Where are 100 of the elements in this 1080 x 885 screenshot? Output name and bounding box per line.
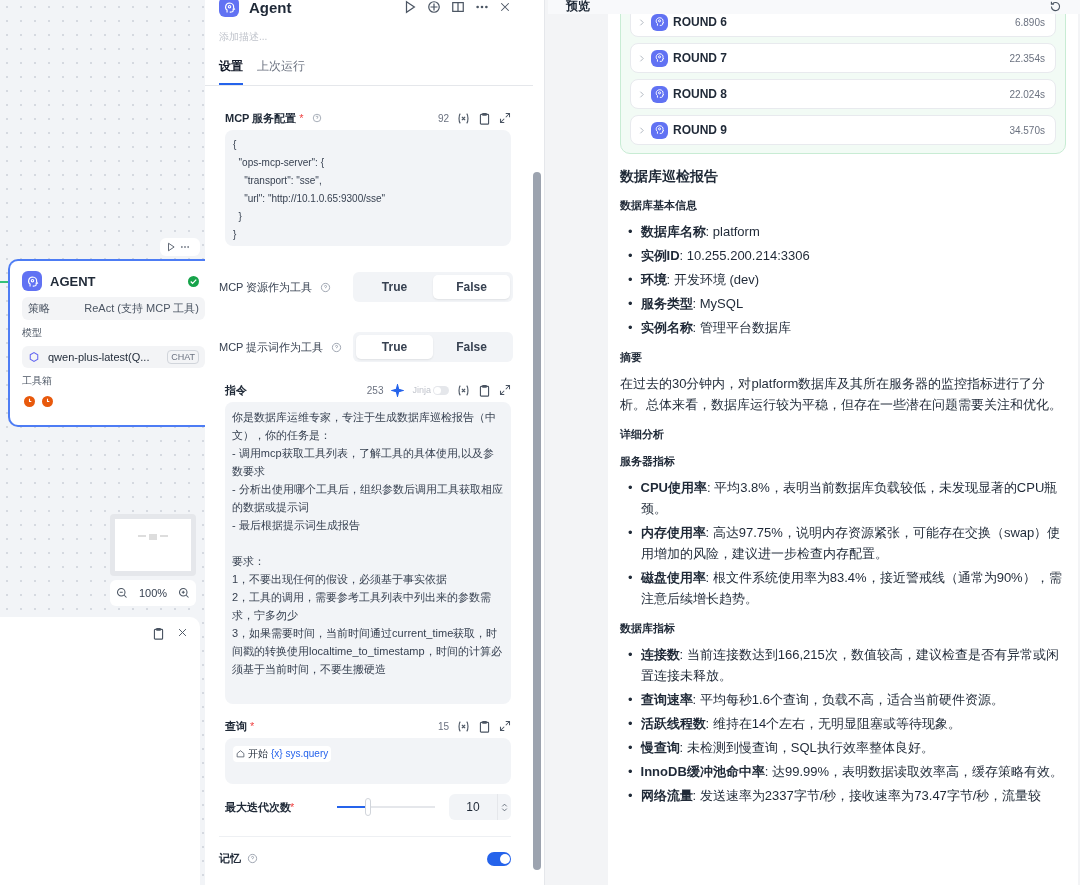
model-tag: CHAT [167, 350, 199, 364]
list-item-text: 实例名称: 管理平台数据库 [640, 319, 791, 337]
query-field[interactable]: 开始 {x} sys.query [225, 738, 511, 784]
list-item-text: 活跃线程数: 维持在14个左右，无明显阻塞或等待现象。 [640, 715, 962, 733]
panel-title: Agent [249, 0, 293, 16]
jinja-toggle[interactable] [433, 385, 449, 395]
field-label: 指令 [225, 382, 247, 398]
check-icon [188, 275, 199, 287]
agent-icon [651, 121, 668, 139]
clipboard-icon[interactable] [152, 627, 165, 640]
bullet: • [628, 646, 633, 664]
node-preview-icon [138, 533, 168, 541]
number-field[interactable]: 10 [449, 794, 511, 820]
report-heading: 详细分析 [620, 427, 665, 442]
required-mark: * [290, 801, 295, 813]
segment-option[interactable]: True [356, 335, 433, 359]
book-icon[interactable] [451, 0, 465, 14]
strategy-value: ReAct (支持 MCP 工具) [84, 301, 199, 316]
sparkle-icon[interactable] [391, 383, 405, 397]
report-title: 数据库巡检报告 [620, 168, 719, 186]
report-heading: 数据库基本信息 [620, 198, 698, 213]
switch-label: MCP 提示词作为工具 [219, 339, 324, 355]
expand-icon[interactable] [499, 720, 511, 732]
round-row[interactable]: ROUND 9 34.570s [630, 115, 1056, 145]
memory-toggle[interactable] [487, 851, 511, 866]
instruction-line: 你是数据库运维专家，专注于生成数据库巡检报告（中文），你的任务是： [232, 410, 497, 443]
clipboard-icon[interactable] [478, 719, 491, 733]
bullet: • [628, 715, 633, 733]
round-time: 22.354s [1009, 52, 1045, 64]
field-label: MCP 服务配置 [225, 110, 297, 126]
list-item-text: 内存使用率: 高达97.75%，说明内存资源紧张，可能存在交换（swap）使用增加的风险，建议进一步检查内存配置。 [640, 524, 1062, 563]
clipboard-icon[interactable] [478, 383, 491, 397]
scrollbar[interactable] [533, 172, 541, 870]
model-label: 模型 [22, 326, 42, 340]
tools-label: 工具箱 [22, 374, 52, 388]
tab[interactable]: 上次运行 [257, 58, 305, 85]
round-time: 22.024s [1009, 88, 1045, 100]
help-icon [311, 113, 322, 123]
field-label: 记忆 [219, 851, 241, 866]
round-row[interactable]: ROUND 6 6.890s [630, 14, 1056, 37]
chip-variable: {x} sys.query [271, 748, 329, 759]
list-item-text: 连接数: 当前连接数达到166,215次，数值较高，建议检查是否有异常或闲置连接未释放。 [640, 646, 1060, 685]
chip-source: 开始 [248, 746, 268, 761]
refresh-icon[interactable] [1049, 0, 1062, 13]
agent-icon [651, 85, 668, 103]
segment-option[interactable]: False [433, 275, 510, 299]
bullet: • [628, 479, 633, 497]
variable-icon[interactable] [457, 719, 470, 733]
round-name: ROUND 7 [673, 51, 728, 65]
node-title: AGENT [50, 273, 97, 289]
round-row[interactable]: ROUND 7 22.354s [630, 43, 1056, 73]
slider-thumb[interactable] [365, 798, 372, 816]
round-name: ROUND 9 [673, 123, 728, 137]
strategy-label: 策略 [28, 301, 50, 316]
round-time: 6.890s [1014, 16, 1045, 28]
help-icon [331, 341, 343, 353]
char-count: 92 [437, 112, 449, 124]
tab[interactable]: 设置 [219, 58, 243, 85]
char-count: 15 [437, 720, 449, 732]
report-heading: 数据库指标 [620, 621, 676, 636]
instruction-line: - 分析出使用哪个工具后，组织参数后调用工具获取相应的数据或提示词 [232, 482, 504, 515]
variable-chip[interactable]: 开始 {x} sys.query [233, 745, 332, 762]
bullet: • [628, 787, 633, 805]
list-item-text: 环境: 开发环境 (dev) [640, 271, 760, 289]
field-label: 查询 [225, 718, 247, 734]
agent-icon [22, 271, 42, 291]
instruction-line: 1，不要出现任何的假设，必须基于事实依据 [232, 572, 449, 587]
instruction-line: - 调用mcp获取工具列表，了解工具的具体使用,以及参数要求 [232, 446, 495, 479]
field-label: 最大迭代次数 [225, 799, 291, 815]
bullet: • [628, 295, 633, 313]
help-icon [320, 281, 332, 293]
play-icon[interactable] [166, 242, 176, 252]
list-item-text: 磁盘使用率: 根文件系统使用率为83.4%，接近警戒线（通常为90%），需注意后续增长趋势。 [640, 569, 1063, 608]
instruction-line: 2，工具的调用，需要参考工具列表中列出来的参数需求，宁多勿少 [232, 590, 493, 623]
clipboard-icon[interactable] [478, 111, 491, 125]
bullet: • [628, 271, 633, 289]
segment-option[interactable]: True [356, 275, 433, 299]
json-editor[interactable]: { "ops-mcp-server": { "transport": "sse", "url": "http://10.1.0.65:9300/sse" } } [225, 130, 511, 246]
list-item-text: 查询速率: 平均每秒1.6个查询，负载不高，适合当前硬件资源。 [640, 691, 1004, 709]
round-row[interactable]: ROUND 8 22.024s [630, 79, 1056, 109]
chevron-right-icon [637, 125, 646, 135]
char-count: 253 [366, 384, 384, 396]
crosshair-icon[interactable] [427, 0, 441, 14]
list-item-text: InnoDB缓冲池命中率: 达99.99%，表明数据读取效率高，缓存策略有效。 [640, 763, 1064, 781]
expand-icon[interactable] [499, 384, 511, 396]
expand-icon[interactable] [499, 112, 511, 124]
variable-icon[interactable] [457, 383, 470, 397]
variable-icon[interactable] [457, 111, 470, 125]
play-icon[interactable] [403, 0, 417, 14]
agent-node[interactable]: AGENT 策略 ReAct (支持 MCP 工具) 模型 qwen-plus-latest(Q... CHAT 工具箱 [8, 259, 205, 427]
required-mark: * [299, 112, 304, 124]
close-icon[interactable] [177, 627, 188, 638]
list-item-text: 数据库名称: platform [640, 223, 760, 241]
required-mark: * [250, 720, 255, 732]
report-heading: 服务器指标 [620, 454, 676, 469]
zoom-in-icon[interactable] [178, 587, 191, 599]
close-icon[interactable] [499, 1, 511, 13]
zoom-out-icon[interactable] [115, 587, 128, 599]
segment-option[interactable]: False [433, 335, 510, 359]
switch-label: MCP 资源作为工具 [219, 279, 313, 295]
